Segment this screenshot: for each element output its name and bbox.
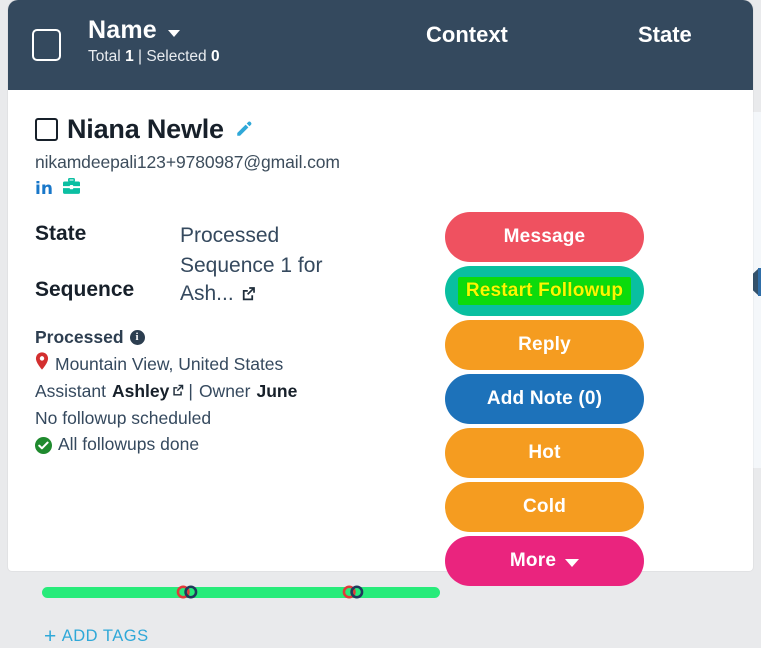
restart-followup-button[interactable]: Restart Followup bbox=[445, 266, 644, 316]
location-pin-icon bbox=[35, 352, 49, 377]
field-sequence-key: Sequence bbox=[35, 252, 180, 302]
name-column-header[interactable]: Name Total 1 | Selected 0 bbox=[88, 16, 220, 66]
assistant-name[interactable]: Ashley bbox=[112, 380, 169, 404]
cold-button[interactable]: Cold bbox=[445, 482, 644, 532]
meta-assistant-owner: Assistant Ashley | Owner June bbox=[35, 380, 435, 404]
contact-name-line: Niana Newle bbox=[35, 116, 435, 143]
contact-fields: State Processed Sequence Sequence 1 for … bbox=[35, 222, 435, 310]
plus-icon: + bbox=[44, 626, 57, 647]
context-column-header[interactable]: Context bbox=[426, 22, 508, 48]
reply-button[interactable]: Reply bbox=[445, 320, 644, 370]
field-sequence: Sequence Sequence 1 for Ash... bbox=[35, 252, 435, 310]
field-state: State Processed bbox=[35, 222, 435, 250]
field-state-value: Processed bbox=[180, 222, 279, 250]
meta-divider: | bbox=[188, 380, 193, 404]
contact-details: Niana Newle nikamdeepali123+9780987@gmai… bbox=[35, 116, 435, 460]
meta-status-text: Processed bbox=[35, 326, 124, 350]
row-select-checkbox[interactable] bbox=[35, 118, 58, 141]
meta-followup-schedule: No followup scheduled bbox=[35, 407, 435, 431]
state-column-header[interactable]: State bbox=[638, 22, 692, 48]
counts-summary: Total 1 | Selected 0 bbox=[88, 48, 220, 66]
add-note-button[interactable]: Add Note (0) bbox=[445, 374, 644, 424]
owner-label: Owner bbox=[199, 380, 251, 404]
action-buttons: Message Restart Followup Reply Add Note … bbox=[445, 212, 644, 590]
add-tags-label: ADD TAGS bbox=[62, 627, 149, 646]
chevron-down-icon[interactable] bbox=[168, 30, 180, 37]
contact-list-app: Name Total 1 | Selected 0 Context State … bbox=[0, 0, 761, 579]
assistant-external-link-icon[interactable] bbox=[171, 380, 185, 404]
progress-bar-fill bbox=[42, 587, 440, 598]
meta-location: Mountain View, United States bbox=[35, 352, 435, 377]
total-value: 1 bbox=[125, 48, 134, 65]
info-icon[interactable]: i bbox=[130, 330, 145, 345]
linkedin-icon[interactable]: in bbox=[35, 181, 53, 198]
selected-value: 0 bbox=[211, 48, 220, 65]
owner-name: June bbox=[256, 380, 297, 404]
total-label: Total bbox=[88, 48, 121, 65]
contact-meta: Processed i Mountain View, United States bbox=[35, 326, 435, 457]
pencil-icon[interactable] bbox=[235, 120, 253, 143]
name-column-label: Name bbox=[88, 16, 157, 45]
message-button[interactable]: Message bbox=[445, 212, 644, 262]
contacts-card: Name Total 1 | Selected 0 Context State … bbox=[8, 0, 753, 571]
meta-location-text: Mountain View, United States bbox=[55, 353, 283, 377]
progress-node-icon[interactable] bbox=[176, 583, 198, 601]
meta-status: Processed i bbox=[35, 326, 435, 350]
table-row: Niana Newle nikamdeepali123+9780987@gmai… bbox=[8, 90, 753, 571]
add-tags-button[interactable]: + ADD TAGS bbox=[44, 626, 149, 647]
field-sequence-value-wrap: Sequence 1 for Ash... bbox=[180, 252, 355, 310]
contact-email: nikamdeepali123+9780987@gmail.com bbox=[35, 152, 435, 173]
table-header: Name Total 1 | Selected 0 Context State bbox=[8, 0, 753, 90]
counts-separator: | bbox=[138, 48, 142, 65]
chevron-down-icon bbox=[565, 559, 579, 567]
contact-name: Niana Newle bbox=[67, 116, 224, 143]
followup-schedule-text: No followup scheduled bbox=[35, 407, 211, 431]
contact-social-links: in bbox=[35, 178, 435, 200]
select-all-checkbox[interactable] bbox=[32, 29, 61, 61]
meta-followup-done: All followups done bbox=[35, 433, 435, 457]
more-label: More bbox=[510, 550, 556, 572]
briefcase-icon[interactable] bbox=[62, 178, 81, 200]
sequence-progress[interactable] bbox=[42, 583, 440, 599]
progress-node-icon[interactable] bbox=[342, 583, 364, 601]
field-state-key: State bbox=[35, 222, 180, 246]
restart-followup-label: Restart Followup bbox=[458, 277, 631, 305]
selected-label: Selected bbox=[146, 48, 206, 65]
check-circle-icon bbox=[35, 437, 52, 454]
external-link-icon[interactable] bbox=[240, 282, 257, 310]
hot-button[interactable]: Hot bbox=[445, 428, 644, 478]
assistant-label: Assistant bbox=[35, 380, 106, 404]
followup-done-text: All followups done bbox=[58, 433, 199, 457]
